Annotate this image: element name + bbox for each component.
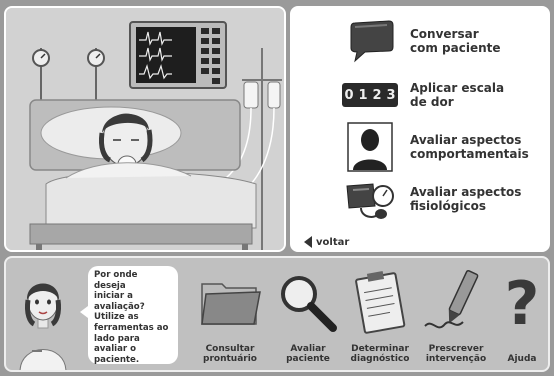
pain-scale-digit: 2: [372, 87, 382, 103]
evaluation-menu: Conversar com paciente 0 1 2 3 Aplicar e…: [290, 6, 550, 252]
question-mark-icon: ?: [505, 269, 540, 336]
behavioral-aspects-label: Avaliar aspectos comportamentais: [410, 133, 529, 161]
guide-speech-bubble: Por onde deseja iniciar a avaliação? Uti…: [80, 266, 178, 365]
pain-scale-digit: 3: [386, 87, 396, 103]
pain-scale-button[interactable]: 0 1 2 3 Aplicar escala de dor: [342, 70, 530, 120]
help-button[interactable]: ? Ajuda: [494, 268, 548, 370]
behavioral-aspects-button[interactable]: Avaliar aspectos comportamentais: [342, 122, 530, 172]
speech-bubble-icon: [342, 16, 398, 66]
blood-pressure-cuff-icon: [342, 174, 398, 224]
physiological-aspects-button[interactable]: Avaliar aspectos fisiológicos: [342, 174, 530, 224]
talk-to-patient-label: Conversar com paciente: [410, 27, 501, 55]
back-button[interactable]: voltar: [304, 236, 349, 248]
tools-toolbar: Por onde deseja iniciar a avaliação? Uti…: [4, 256, 550, 372]
person-silhouette-icon: [342, 122, 398, 172]
pen-icon: [424, 269, 479, 329]
svg-text:?: ?: [505, 269, 540, 336]
pain-scale-digit: 0: [344, 87, 354, 103]
consult-records-button[interactable]: Consultar prontuário: [190, 268, 270, 370]
physiological-aspects-label: Avaliar aspectos fisiológicos: [410, 185, 522, 213]
magnifier-icon: [281, 276, 337, 332]
hospital-scene-illustration: [6, 8, 284, 250]
back-arrow-icon: [304, 236, 312, 248]
pain-scale-digit: 1: [358, 87, 368, 103]
pain-scale-label: Aplicar escala de dor: [410, 81, 505, 109]
clipboard-icon: [355, 271, 406, 334]
folder-icon: [201, 283, 261, 325]
evaluate-patient-button[interactable]: Avaliar paciente: [268, 268, 348, 370]
patient-scene: [4, 6, 286, 252]
talk-to-patient-button[interactable]: Conversar com paciente: [342, 16, 530, 66]
vital-signs-monitor: [129, 21, 227, 89]
determine-diagnosis-label: Determinar diagnóstico: [350, 344, 410, 364]
nurse-avatar: [19, 283, 67, 370]
help-label: Ajuda: [507, 354, 537, 364]
evaluate-patient-label: Avaliar paciente: [286, 344, 330, 364]
pain-scale-icon: 0 1 2 3: [342, 70, 398, 120]
back-label: voltar: [316, 236, 350, 248]
consult-records-label: Consultar prontuário: [203, 344, 257, 364]
determine-diagnosis-button[interactable]: Determinar diagnóstico: [340, 268, 420, 370]
prescribe-intervention-label: Prescrever intervenção: [425, 344, 487, 364]
prescribe-intervention-button[interactable]: Prescrever intervenção: [416, 268, 496, 370]
